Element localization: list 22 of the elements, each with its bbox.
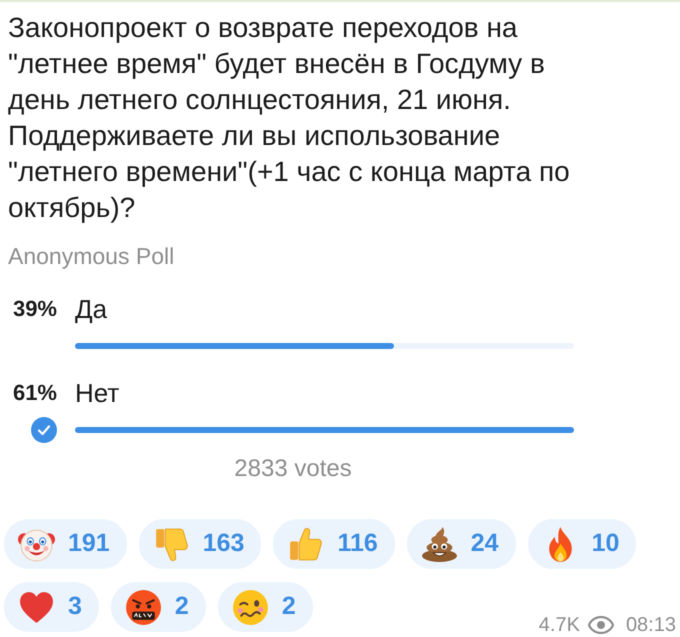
reaction-button[interactable]: 191 <box>4 519 127 569</box>
reaction-button[interactable]: 2 <box>218 582 313 632</box>
poll-type-label: Anonymous Poll <box>8 242 174 270</box>
poop-icon <box>420 526 458 562</box>
eye-icon <box>588 616 614 634</box>
reaction-button[interactable]: 24 <box>406 519 516 569</box>
reaction-button[interactable]: 10 <box>528 519 636 569</box>
question-text: Законопроект о возврате переходов на "летнее время" будет внесён в Госдуму в день летнего солнцестояния, 21 июня. Поддерживаете ли вы использование "летнего времени"(+1 час с конца марта по октябрь)? <box>8 11 571 225</box>
option-label: Да <box>75 294 108 324</box>
option-percent: 61% <box>12 379 57 407</box>
angry-face-icon <box>124 588 162 626</box>
vote-count: 2833 votes <box>234 455 352 483</box>
reaction-button[interactable]: 116 <box>273 519 395 569</box>
option-percent: 39% <box>12 295 57 323</box>
thumbs-up-icon <box>287 526 324 562</box>
reaction-button[interactable]: 163 <box>138 519 262 569</box>
option-label: Нет <box>75 378 120 408</box>
reaction-button[interactable]: 3 <box>4 582 99 632</box>
view-count: 4.7K <box>538 614 580 636</box>
woozy-face-icon <box>232 588 269 626</box>
message-time: 08:13 <box>626 614 676 636</box>
reaction-button[interactable]: 2 <box>110 582 206 632</box>
